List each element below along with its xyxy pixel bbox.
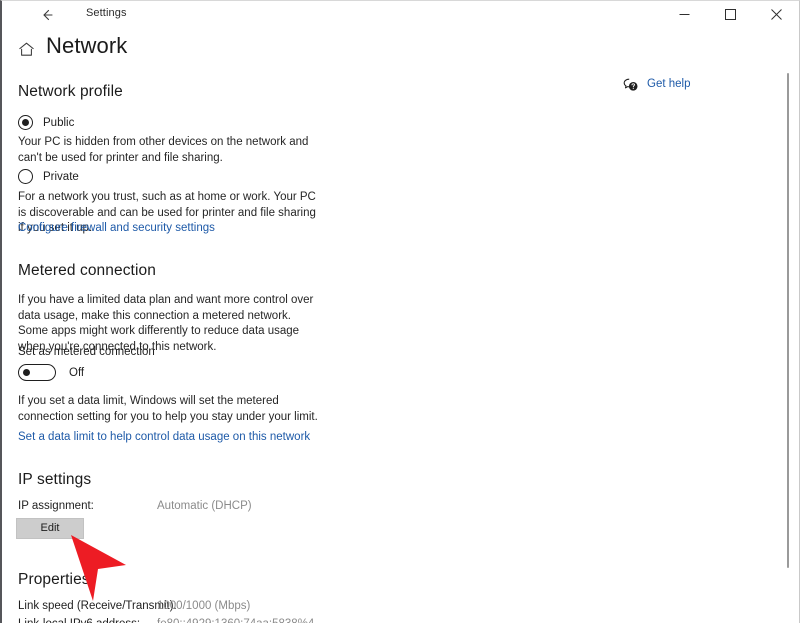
page-header: Network xyxy=(2,33,799,69)
metered-toggle-row: Off xyxy=(18,364,84,381)
minimize-button[interactable] xyxy=(661,1,707,27)
scrollbar-thumb[interactable] xyxy=(787,73,789,568)
metered-toggle-knob xyxy=(23,369,30,376)
scrollbar-track[interactable] xyxy=(779,31,791,621)
configure-firewall-link[interactable]: Configure firewall and security settings xyxy=(18,222,215,234)
metered-connection-heading: Metered connection xyxy=(18,262,156,279)
ip-assignment-label: IP assignment: xyxy=(18,500,94,512)
radio-private-label: Private xyxy=(43,170,79,183)
radio-public[interactable]: Public xyxy=(18,115,74,130)
ipv6-address-label: Link-local IPv6 address: xyxy=(18,618,140,623)
metered-toggle-label: Set as metered connection xyxy=(18,346,155,358)
set-data-limit-link[interactable]: Set a data limit to help control data us… xyxy=(18,431,310,443)
ipv6-address-value: fe80::4929:1360:74aa:5838%4 xyxy=(157,618,314,623)
settings-content: Network profile Public Your PC is hidden… xyxy=(2,69,788,623)
metered-note: If you set a data limit, Windows will se… xyxy=(18,395,318,423)
ip-settings-heading: IP settings xyxy=(18,471,92,488)
edit-button[interactable]: Edit xyxy=(16,518,84,539)
app-title: Settings xyxy=(86,7,127,19)
metered-toggle[interactable] xyxy=(18,364,56,381)
radio-private-indicator xyxy=(18,169,33,184)
network-profile-heading: Network profile xyxy=(18,83,123,100)
home-icon[interactable] xyxy=(18,41,35,58)
radio-public-label: Public xyxy=(43,116,75,129)
public-description: Your PC is hidden from other devices on … xyxy=(18,136,309,164)
back-button[interactable] xyxy=(38,6,56,24)
page-title: Network xyxy=(46,33,128,58)
title-bar: Settings xyxy=(2,1,799,27)
ip-assignment-value: Automatic (DHCP) xyxy=(157,500,252,512)
radio-private[interactable]: Private xyxy=(18,169,79,184)
properties-heading: Properties xyxy=(18,571,90,588)
metered-toggle-state: Off xyxy=(69,366,85,379)
radio-public-indicator xyxy=(18,115,33,130)
maximize-button[interactable] xyxy=(707,1,753,27)
link-speed-value: 1000/1000 (Mbps) xyxy=(157,600,251,612)
link-speed-label: Link speed (Receive/Transmit): xyxy=(18,600,177,612)
close-button[interactable] xyxy=(753,1,799,27)
edit-button-wrap: Edit xyxy=(16,518,84,539)
settings-window: Settings Network Get help Network profil… xyxy=(0,0,800,623)
